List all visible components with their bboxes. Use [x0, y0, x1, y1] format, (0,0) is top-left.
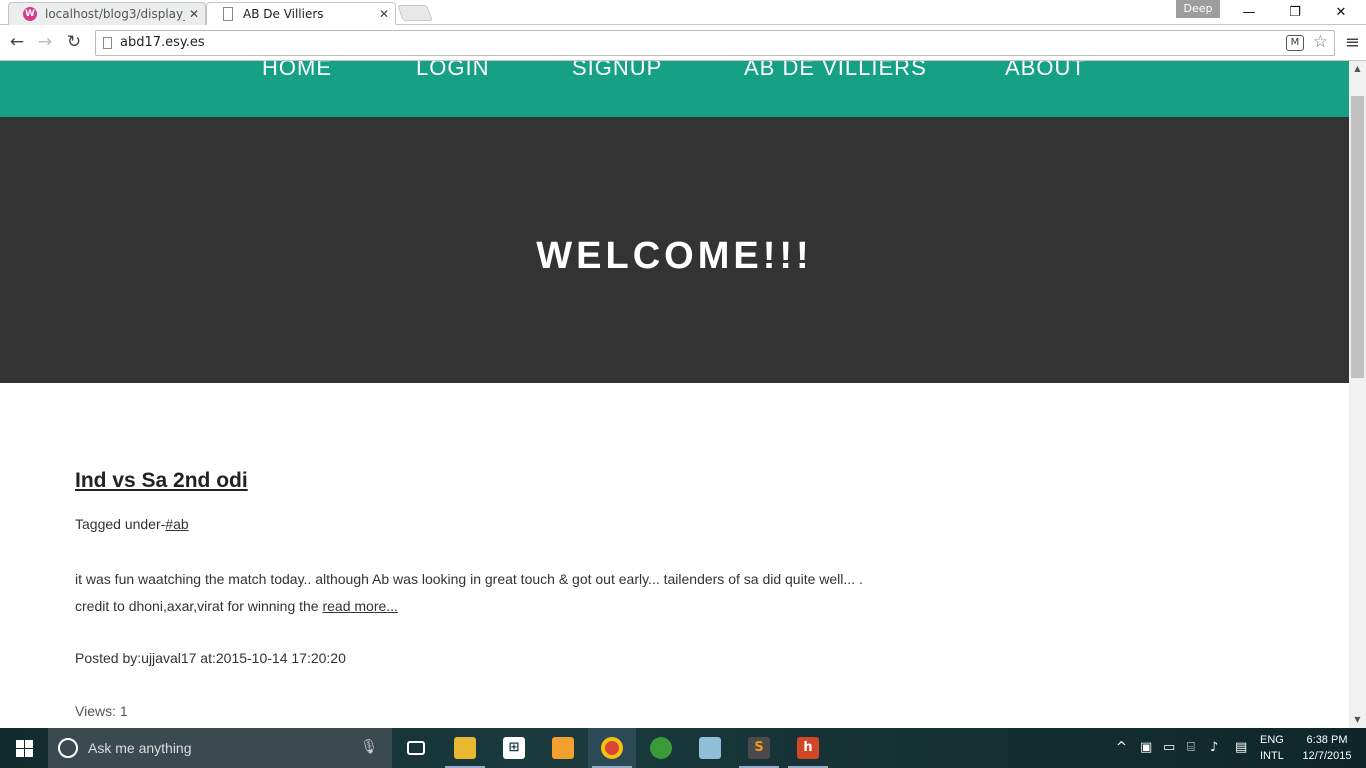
- store-icon[interactable]: ⊞: [490, 728, 538, 768]
- nav-about[interactable]: ABOUT: [1005, 61, 1086, 81]
- system-clock[interactable]: 6:38 PM 12/7/2015: [1296, 732, 1358, 764]
- windows-start-icon[interactable]: [0, 728, 48, 768]
- post-meta: Posted by:ujjaval17 at:2015-10-14 17:20:…: [75, 650, 346, 666]
- language-code: ENG: [1260, 734, 1284, 746]
- taskbar: Ask me anything 🎙 ⊞ S h ^ ▣ ▭ ⌸ ♪ ▤ ENG …: [0, 728, 1366, 768]
- post-title-link[interactable]: Ind vs Sa 2nd odi: [75, 469, 248, 493]
- tab-title: AB De Villiers: [243, 7, 324, 21]
- page-scrollbar[interactable]: ▲ ▼: [1349, 61, 1366, 728]
- close-icon[interactable]: ✕: [379, 3, 389, 24]
- volume-icon[interactable]: ♪: [1210, 740, 1218, 755]
- profile-badge[interactable]: Deep: [1176, 0, 1220, 18]
- tab-ab-de-villiers[interactable]: AB De Villiers ✕: [206, 2, 396, 25]
- tab-strip: W localhost/blog3/display_p ✕ AB De Vill…: [0, 0, 1366, 25]
- scroll-up-arrow-icon[interactable]: ▲: [1349, 61, 1366, 77]
- clock-time: 6:38 PM: [1306, 734, 1348, 746]
- extension-icon[interactable]: M: [1286, 35, 1304, 51]
- bookmark-star-icon[interactable]: ☆: [1313, 32, 1328, 52]
- notification-icon[interactable]: ▤: [1235, 740, 1247, 755]
- site-nav: HOME LOGIN SIGNUP AB DE VILLIERS ABOUT: [0, 61, 1349, 117]
- page-icon: [103, 37, 112, 49]
- chrome-icon[interactable]: [588, 728, 636, 768]
- tray-app-icon[interactable]: ▣: [1140, 740, 1152, 755]
- address-bar[interactable]: abd17.esy.es M ☆: [95, 30, 1335, 56]
- office-app-icon[interactable]: h: [784, 728, 832, 768]
- tab-localhost[interactable]: W localhost/blog3/display_p ✕: [8, 2, 206, 25]
- file-explorer-icon[interactable]: [441, 728, 489, 768]
- tab-title: localhost/blog3/display_p: [45, 7, 185, 21]
- nav-home[interactable]: HOME: [262, 61, 332, 81]
- post-body-text: it was fun waatching the match today.. a…: [75, 571, 863, 614]
- page-icon: [223, 7, 233, 21]
- cortana-icon: [58, 738, 78, 758]
- tags-prefix: Tagged under-: [75, 516, 166, 532]
- forward-arrow-icon[interactable]: →: [34, 31, 56, 53]
- chevron-up-icon[interactable]: ^: [1116, 740, 1127, 755]
- keyboard-layout: INTL: [1260, 750, 1284, 762]
- network-icon[interactable]: ⌸: [1187, 740, 1195, 755]
- nav-login[interactable]: LOGIN: [416, 61, 489, 81]
- nav-ab-de-villiers[interactable]: AB DE VILLIERS: [744, 61, 927, 81]
- restore-button[interactable]: ❐: [1272, 0, 1318, 25]
- post-views: Views: 1: [75, 703, 128, 719]
- page-viewport: HOME LOGIN SIGNUP AB DE VILLIERS ABOUT W…: [0, 61, 1349, 728]
- close-icon[interactable]: ✕: [189, 3, 199, 25]
- menu-icon[interactable]: ≡: [1345, 32, 1360, 53]
- globe-app-icon[interactable]: [637, 728, 685, 768]
- w-icon: W: [23, 7, 37, 21]
- scroll-down-arrow-icon[interactable]: ▼: [1349, 712, 1366, 728]
- new-tab-button[interactable]: [397, 5, 433, 21]
- post-tags: Tagged under-#ab: [75, 516, 865, 532]
- minimize-button[interactable]: —: [1226, 0, 1272, 25]
- sublime-text-icon[interactable]: S: [735, 728, 783, 768]
- language-indicator[interactable]: ENG INTL: [1260, 732, 1284, 764]
- paint-app-icon[interactable]: [539, 728, 587, 768]
- reload-icon[interactable]: ↻: [63, 31, 85, 53]
- scroll-thumb[interactable]: [1351, 96, 1364, 378]
- back-arrow-icon[interactable]: ←: [6, 31, 28, 53]
- notes-app-icon[interactable]: [686, 728, 734, 768]
- nav-signup[interactable]: SIGNUP: [572, 61, 662, 81]
- microphone-icon[interactable]: 🎙: [360, 739, 378, 755]
- clock-date: 12/7/2015: [1302, 750, 1352, 762]
- hero-banner: WELCOME!!!: [0, 117, 1349, 383]
- close-window-button[interactable]: ✕: [1318, 0, 1364, 25]
- hero-title: WELCOME!!!: [536, 235, 813, 277]
- post-excerpt: it was fun waatching the match today.. a…: [75, 566, 865, 620]
- browser-toolbar: ← → ↻ abd17.esy.es M ☆ ≡: [0, 25, 1366, 61]
- tag-link[interactable]: #ab: [165, 516, 188, 532]
- battery-icon[interactable]: ▭: [1163, 740, 1175, 755]
- search-placeholder[interactable]: Ask me anything: [88, 740, 192, 756]
- task-view-icon[interactable]: [392, 728, 440, 768]
- taskbar-search[interactable]: Ask me anything 🎙: [48, 728, 392, 768]
- url-text[interactable]: abd17.esy.es: [120, 35, 205, 50]
- blog-post: Ind vs Sa 2nd odi Tagged under-#ab it wa…: [75, 469, 865, 719]
- read-more-link[interactable]: read more...: [322, 598, 397, 614]
